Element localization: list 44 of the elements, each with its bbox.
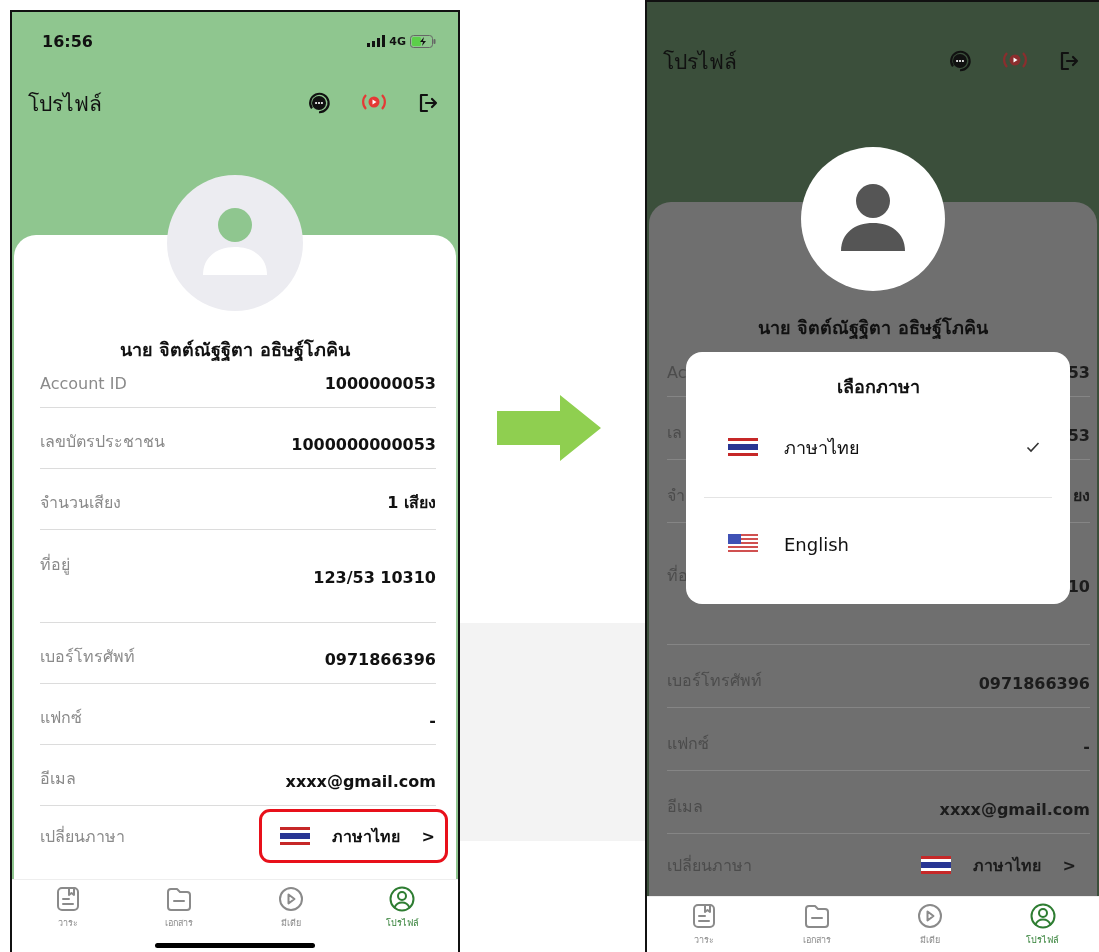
language-option[interactable]: ภาษาไทย	[686, 411, 1070, 483]
field-value: 1000000053	[324, 374, 436, 393]
field-label: Account ID	[40, 374, 127, 393]
thai-flag-icon	[279, 827, 310, 845]
field-value: 123/53 10310	[313, 568, 436, 587]
field-value: 1000000000053	[291, 435, 436, 454]
field-label: ที่อยู่	[40, 553, 70, 577]
screen-title: โปรไฟล์	[663, 48, 737, 76]
field-value: 0971866396	[978, 674, 1090, 694]
profile-name: นาย จิตต์ณัฐฐิตา อธิษฐ์โภคิน	[119, 338, 351, 363]
field-value: ยง	[1073, 485, 1090, 508]
language-selector[interactable]: ภาษาไทย >	[899, 838, 1089, 893]
field-label: เบอร์โทรศัพท์	[40, 646, 135, 668]
tab-button[interactable]: เอกสาร	[760, 897, 873, 952]
field-label: แฟกซ์	[40, 707, 82, 729]
battery-icon	[410, 34, 436, 48]
field-value: xxxx@gmail.com	[285, 772, 436, 791]
thai-flag-icon	[728, 438, 758, 456]
field-label: เปลี่ยนภาษา	[40, 825, 125, 848]
tab-button[interactable]: วาระ	[12, 880, 124, 936]
field-value: -	[1083, 737, 1090, 757]
status-time: 16:56	[42, 31, 93, 51]
signal-icon	[367, 35, 386, 47]
field-label: จำนวนเสียง	[40, 492, 121, 514]
network-type: 4G	[389, 34, 406, 48]
profile-name: นาย จิตต์ณัฐฐิตา อธิษฐ์โภคิน	[757, 316, 989, 341]
tab-button[interactable]: เอกสาร	[123, 880, 235, 936]
chat-support-icon[interactable]	[306, 90, 332, 116]
screen-title: โปรไฟล์	[28, 90, 102, 118]
language-option[interactable]: English	[686, 508, 1070, 580]
tab-button[interactable]: โปรไฟล์	[346, 880, 458, 936]
tab-button[interactable]: โปรไฟล์	[986, 897, 1099, 952]
dialog-title: เลือกภาษา	[835, 375, 921, 399]
tab-button[interactable]: มีเดีย	[873, 897, 986, 952]
tab-button[interactable]: วาระ	[647, 897, 760, 952]
us-flag-icon	[728, 534, 758, 554]
field-value: 1 เสียง	[387, 492, 436, 514]
field-value: -	[429, 711, 436, 730]
language-selector[interactable]: ภาษาไทย >	[258, 809, 448, 863]
tab-button[interactable]: มีเดีย	[235, 880, 347, 936]
field-value: 0971866396	[324, 650, 436, 669]
field-label: เลขบัตรประชาชน	[40, 431, 165, 453]
field-label: อีเมล	[40, 768, 76, 790]
thai-flag-icon	[920, 856, 951, 875]
